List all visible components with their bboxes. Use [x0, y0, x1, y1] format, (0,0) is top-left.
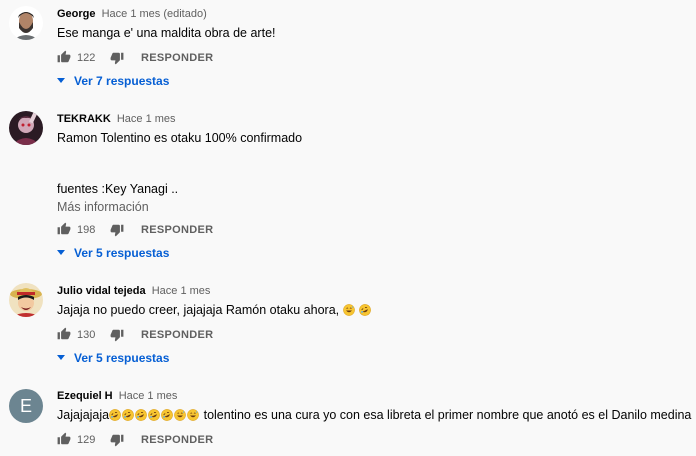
avatar[interactable]: [9, 6, 43, 40]
thumbs-down-icon[interactable]: [110, 328, 124, 342]
rofl-emoji-icon: [161, 409, 173, 421]
reply-button[interactable]: RESPONDER: [141, 50, 213, 66]
comment-text-suffix: tolentino es una cura yo con esa libreta…: [200, 408, 692, 422]
rofl-emoji-icon: [122, 409, 134, 421]
chevron-down-icon: [57, 355, 65, 360]
comment-header: George Hace 1 mes (editado): [57, 7, 207, 21]
grinning-sweat-emoji-icon: [174, 409, 186, 421]
thumbs-down-icon[interactable]: [110, 223, 124, 237]
rofl-emoji-icon: [109, 409, 121, 421]
reply-button[interactable]: RESPONDER: [141, 432, 213, 448]
avatar-letter: E: [19, 396, 32, 416]
avatar[interactable]: E: [9, 389, 43, 423]
comment-text-body: Jajaja no puedo creer, jajajaja Ramón ot…: [57, 303, 340, 317]
thumbs-up-icon[interactable]: [57, 50, 71, 64]
thumbs-up-icon[interactable]: [57, 327, 71, 341]
view-replies-button[interactable]: Ver 5 respuestas: [57, 350, 169, 366]
thumbs-down-icon[interactable]: [110, 51, 124, 65]
comment-header: Julio vidal tejeda Hace 1 mes: [57, 284, 210, 298]
read-more-link[interactable]: Más información: [57, 199, 149, 215]
comment-time[interactable]: Hace 1 mes: [117, 113, 176, 125]
grinning-sweat-emoji-icon: [342, 304, 355, 316]
avatar[interactable]: [9, 283, 43, 317]
comment-text-prefix: Jajajajaja: [57, 408, 110, 422]
view-replies-label: Ver 5 respuestas: [74, 246, 170, 260]
comment-text: Jajajajaja tolentino es una cura yo con …: [57, 407, 691, 423]
comment-text: Ese manga e' una maldita obra de arte!: [57, 26, 276, 40]
author-name[interactable]: Ezequiel H: [57, 390, 113, 402]
view-replies-button[interactable]: Ver 7 respuestas: [57, 73, 169, 89]
author-name[interactable]: Julio vidal tejeda: [57, 285, 146, 297]
comment-header: TEKRAKK Hace 1 mes: [57, 112, 176, 126]
author-name[interactable]: George: [57, 8, 96, 20]
like-count: 129: [77, 434, 96, 446]
view-replies-label: Ver 7 respuestas: [74, 74, 170, 88]
bearded-man-avatar-icon: [9, 6, 43, 40]
avatar[interactable]: [9, 111, 43, 145]
comment-text: Jajaja no puedo creer, jajajaja Ramón ot…: [57, 302, 372, 318]
comment-time[interactable]: Hace 1 mes: [152, 285, 211, 297]
dark-figure-avatar-icon: [9, 111, 43, 145]
thumbs-up-icon[interactable]: [57, 222, 71, 236]
rofl-emoji-icon: [135, 409, 147, 421]
chevron-down-icon: [57, 250, 65, 255]
rofl-emoji-icon: [359, 304, 371, 316]
chevron-down-icon: [57, 78, 65, 83]
rofl-emoji-icon: [148, 409, 160, 421]
grinning-sweat-emoji-icon: [187, 409, 199, 421]
comment-time[interactable]: Hace 1 mes (editado): [102, 8, 207, 20]
reply-button[interactable]: RESPONDER: [141, 222, 213, 238]
comment-header: Ezequiel H Hace 1 mes: [57, 389, 177, 403]
comment-text: Ramon Tolentino es otaku 100% confirmado: [57, 131, 303, 145]
like-count: 130: [77, 329, 96, 341]
thumbs-down-icon[interactable]: [110, 433, 124, 447]
view-replies-button[interactable]: Ver 5 respuestas: [57, 245, 169, 261]
view-replies-label: Ver 5 respuestas: [74, 351, 170, 365]
reply-button[interactable]: RESPONDER: [141, 327, 213, 343]
author-name[interactable]: TEKRAKK: [57, 113, 111, 125]
like-count: 122: [77, 52, 96, 64]
like-count: 198: [77, 224, 96, 236]
thumbs-up-icon[interactable]: [57, 432, 71, 446]
comment-time[interactable]: Hace 1 mes: [119, 390, 178, 402]
comment-text-continued: fuentes :Key Yanagi ..: [57, 182, 179, 196]
anime-straw-hat-avatar-icon: [9, 283, 43, 317]
